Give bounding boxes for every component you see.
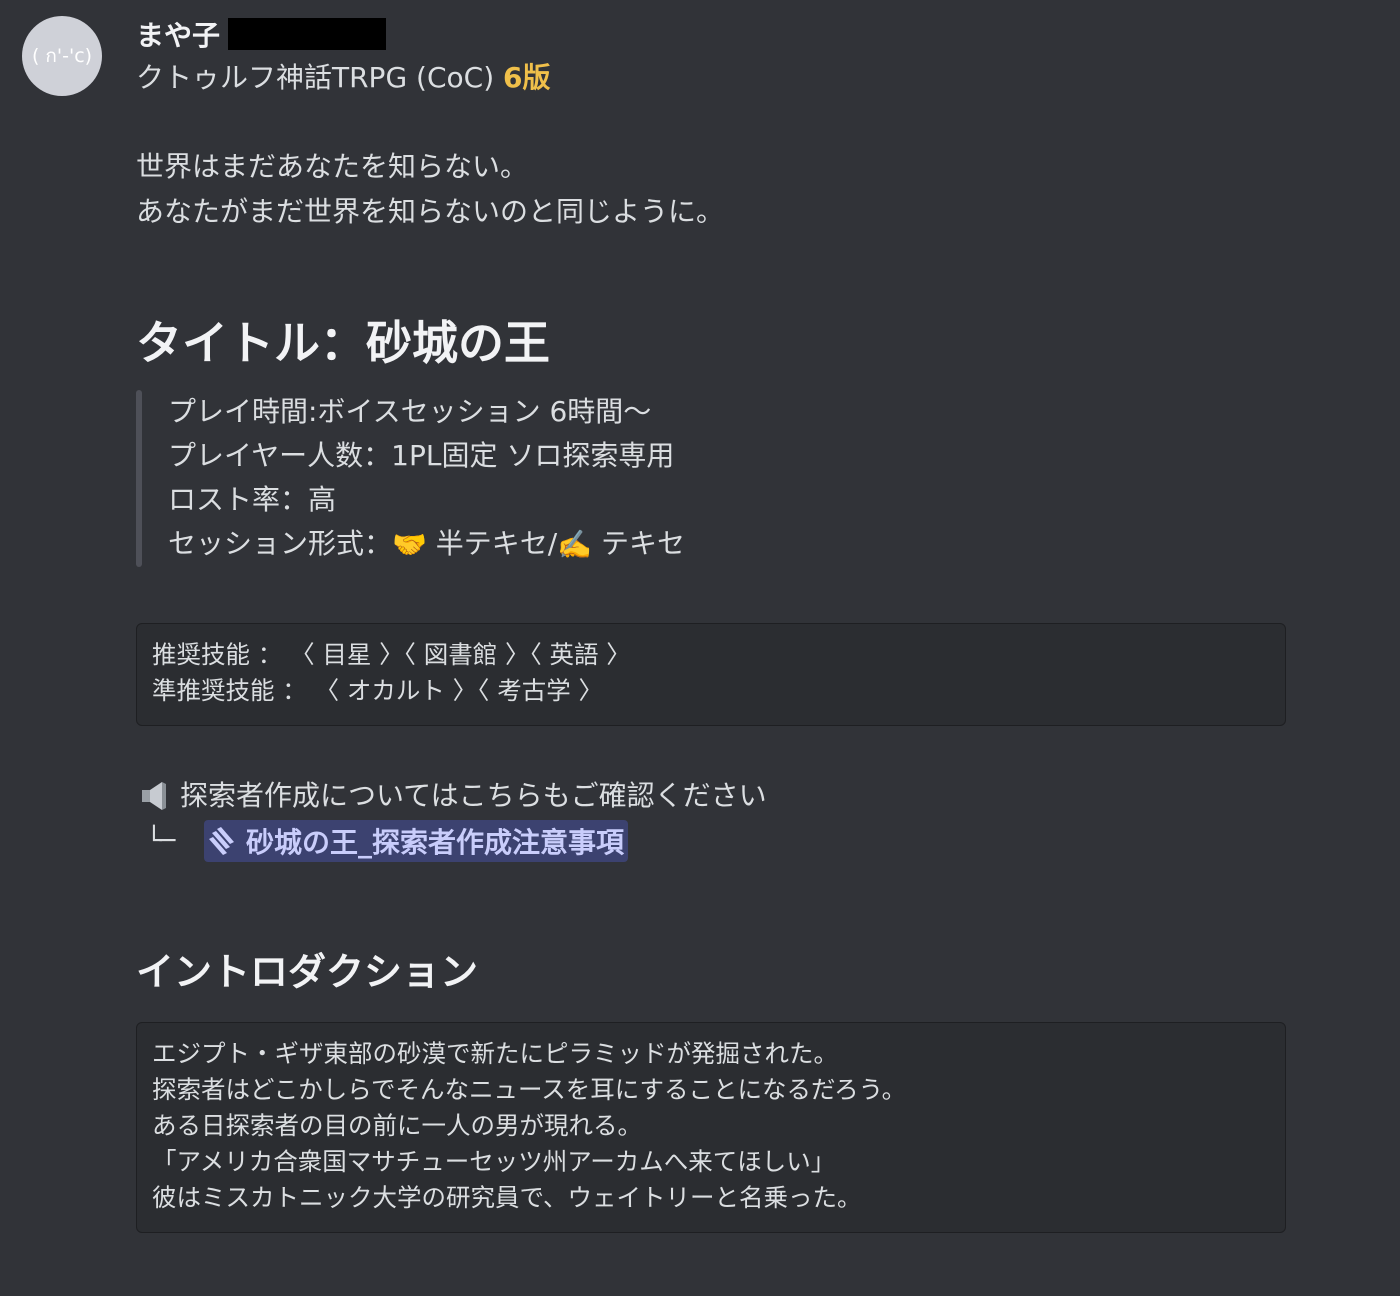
session-format-prefix: セッション形式： bbox=[168, 527, 393, 560]
intro-codeblock: エジプト・ギザ東部の砂漠で新たにピラミッドが発掘された。探索者はどこかしらでそん… bbox=[136, 1022, 1286, 1233]
recommended-skills: 推奨技能 ： 〈 目星 〉〈 図書館 〉〈 英語 〉 bbox=[152, 640, 631, 669]
channel-name: 砂城の王_探索者作成注意事項 bbox=[246, 826, 625, 859]
intro-line: 「アメリカ合衆国マサチューセッツ州アーカムへ来てほしい」 bbox=[152, 1147, 836, 1176]
lost-rate: ロスト率：高 bbox=[168, 483, 337, 516]
avatar[interactable]: ( ก'-'c) bbox=[22, 16, 102, 96]
channel-link-row: └─ 砂城の王_探索者作成注意事項 bbox=[136, 818, 1288, 864]
skills-codeblock: 推奨技能 ： 〈 目星 〉〈 図書館 〉〈 英語 〉準推奨技能 ： 〈 オカルト… bbox=[136, 623, 1286, 726]
semi-recommended-skills: 準推奨技能 ： 〈 オカルト 〉〈 考古学 〉 bbox=[152, 676, 603, 705]
intro-line: 探索者はどこかしらでそんなニュースを耳にすることになるだろう。 bbox=[152, 1075, 907, 1104]
redaction-bar bbox=[228, 18, 387, 50]
session-format-semi: 半テキセ/ bbox=[435, 527, 558, 560]
avatar-face-text: ( ก'-'c) bbox=[31, 45, 93, 67]
intro-line: エジプト・ギザ東部の砂漠で新たにピラミッドが発掘された。 bbox=[152, 1039, 838, 1068]
writing-hand-icon: ✍️ bbox=[557, 528, 593, 561]
player-count: プレイヤー人数：1PL固定 ソロ探索専用 bbox=[168, 439, 675, 472]
tagline: 世界はまだあなたを知らない。 あなたがまだ世界を知らないのと同じように。 bbox=[136, 144, 1288, 234]
system-line: クトゥルフ神話TRPG (CoC) 6版 bbox=[136, 56, 1288, 100]
quote-body: プレイ時間:ボイスセッション 6時間〜 プレイヤー人数：1PL固定 ソロ探索専用… bbox=[168, 390, 685, 567]
intro-heading: イントロダクション bbox=[136, 950, 479, 994]
intro-line: 彼はミスカトニック大学の研究員で、ウェイトリーと名乗った。 bbox=[152, 1183, 862, 1212]
author-row: まや子 bbox=[136, 12, 1288, 56]
chat-message: ( ก'-'c) まや子 クトゥルフ神話TRPG (CoC) 6版 世界はまだあ… bbox=[0, 0, 1400, 1296]
quote-bar bbox=[136, 390, 142, 567]
notice-line: 探索者作成についてはこちらもご確認ください bbox=[136, 774, 1288, 818]
handshake-icon: 🤝 bbox=[392, 528, 427, 561]
session-details-quote: プレイ時間:ボイスセッション 6時間〜 プレイヤー人数：1PL固定 ソロ探索専用… bbox=[136, 390, 1288, 567]
tagline-line: 世界はまだあなたを知らない。 bbox=[136, 150, 529, 183]
author-name[interactable]: まや子 bbox=[136, 14, 220, 54]
forum-thread-icon bbox=[209, 827, 234, 855]
edition-label: 6版 bbox=[503, 61, 551, 94]
play-time: プレイ時間:ボイスセッション 6時間〜 bbox=[168, 395, 652, 428]
channel-mention-link[interactable]: 砂城の王_探索者作成注意事項 bbox=[204, 820, 629, 862]
message-content: まや子 クトゥルフ神話TRPG (CoC) 6版 世界はまだあなたを知らない。 … bbox=[136, 12, 1288, 1233]
scenario-title: タイトル：砂城の王 bbox=[136, 316, 550, 370]
session-format-text: テキセ bbox=[601, 527, 686, 560]
tagline-line: あなたがまだ世界を知らないのと同じように。 bbox=[136, 195, 725, 228]
intro-line: ある日探索者の目の前に一人の男が現れる。 bbox=[152, 1111, 642, 1140]
speaker-icon bbox=[142, 782, 166, 810]
tree-branch: └─ bbox=[146, 826, 175, 856]
notice-text: 探索者作成についてはこちらもご確認ください bbox=[180, 779, 767, 812]
system-name: クトゥルフ神話TRPG (CoC) bbox=[136, 61, 495, 94]
session-format: セッション形式：🤝 半テキセ/✍️ テキセ bbox=[168, 522, 685, 567]
